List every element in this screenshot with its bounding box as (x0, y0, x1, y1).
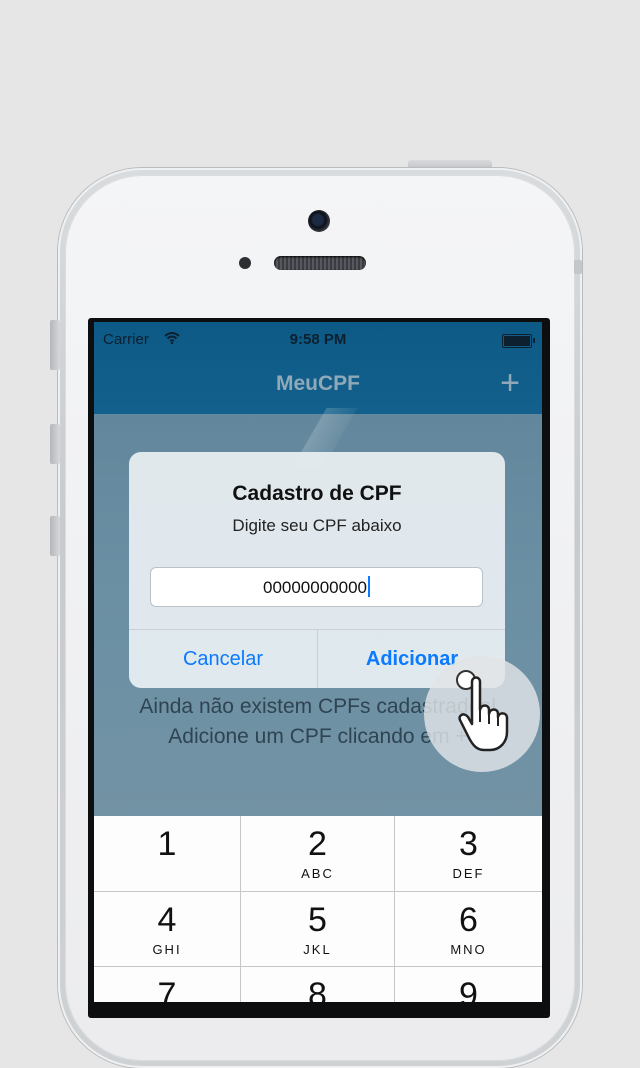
alert-title: Cadastro de CPF (232, 482, 402, 505)
cpf-alert-dialog: Cadastro de CPF Digite seu CPF abaixo 00… (129, 452, 505, 688)
key-3[interactable]: 3 DEF (395, 816, 542, 890)
cpf-input-value: 00000000000 (262, 578, 367, 597)
key-1[interactable]: 1 (94, 816, 240, 890)
status-bar: Carrier 9:58 PM (94, 330, 542, 350)
add-icon[interactable]: + (500, 366, 520, 400)
volume-up-button (50, 424, 60, 464)
proximity-sensor (239, 257, 251, 269)
text-cursor (368, 576, 370, 597)
battery-icon (502, 334, 535, 348)
key-2[interactable]: 2 ABC (241, 816, 394, 890)
numeric-keypad: 1 2 ABC 3 DEF 4 GHI 5 JKL 6 MNO 7 8 9 (94, 816, 542, 1002)
key-6[interactable]: 6 MNO (395, 892, 542, 966)
status-time: 9:58 PM (289, 331, 347, 348)
key-4[interactable]: 4 GHI (94, 892, 240, 966)
alert-message: Digite seu CPF abaixo (232, 516, 402, 535)
navigation-bar: Carrier 9:58 PM MeuCPF + (94, 322, 542, 414)
front-camera (308, 210, 330, 232)
cpf-input[interactable]: 00000000000 (150, 567, 483, 607)
earpiece-speaker (274, 256, 366, 270)
nav-title: MeuCPF (276, 372, 360, 395)
side-notch (574, 260, 582, 274)
volume-down-button (50, 516, 60, 556)
key-9[interactable]: 9 (395, 967, 542, 1002)
mute-switch (50, 320, 60, 370)
key-7[interactable]: 7 (94, 967, 240, 1002)
cancel-button[interactable]: Cancelar (129, 630, 317, 688)
key-8[interactable]: 8 (241, 967, 394, 1002)
key-5[interactable]: 5 JKL (241, 892, 394, 966)
pointing-hand-icon (458, 676, 509, 752)
